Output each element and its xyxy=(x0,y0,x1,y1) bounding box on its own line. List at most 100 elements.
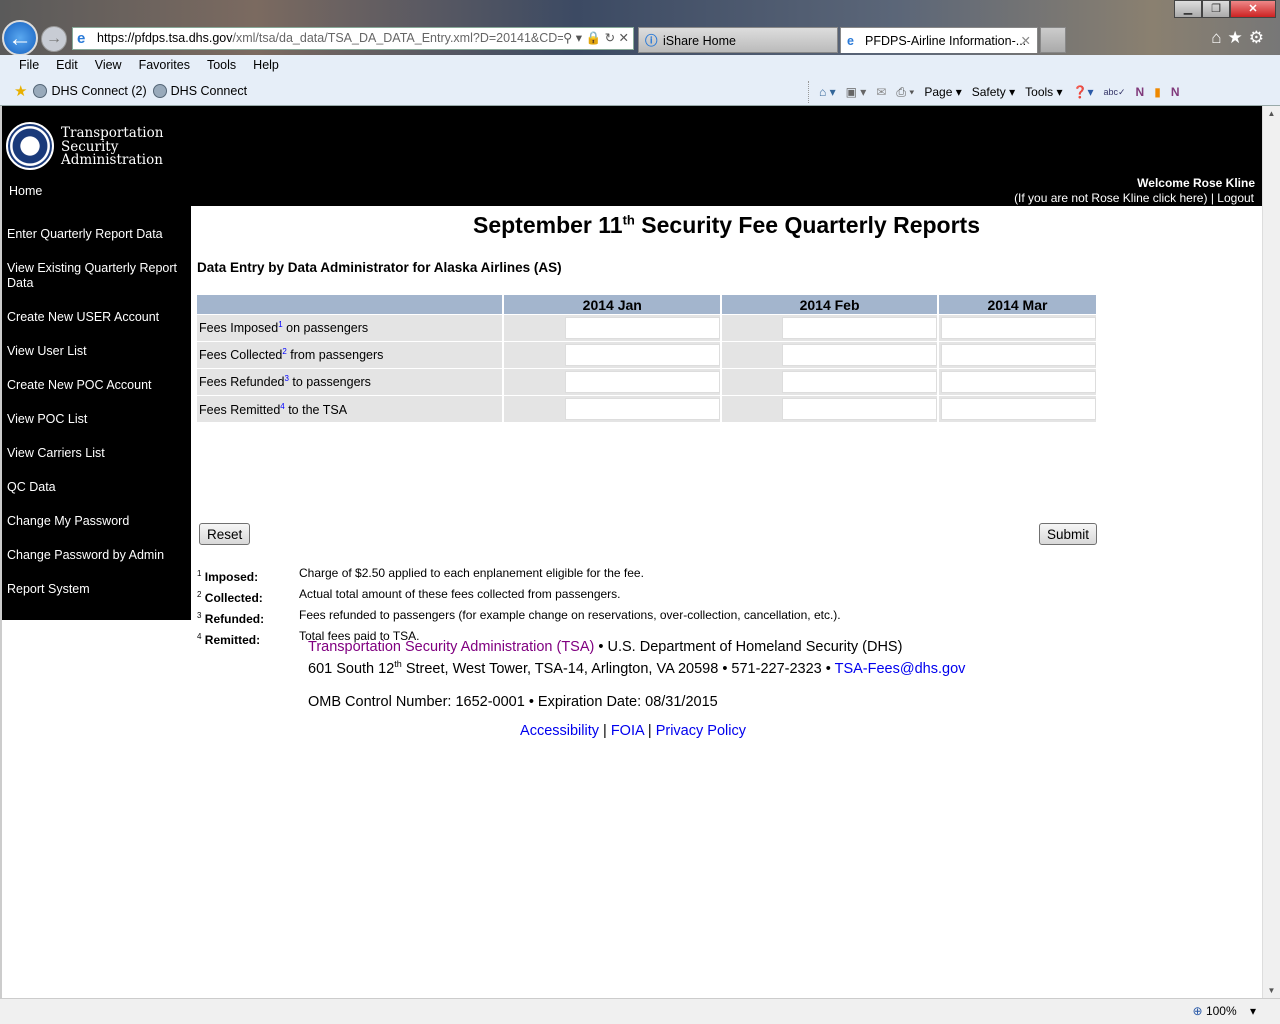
email-link[interactable]: TSA-Fees@dhs.gov xyxy=(835,661,966,677)
menu-edit[interactable]: Edit xyxy=(56,58,78,72)
refunded-mar-input[interactable] xyxy=(941,370,1096,393)
sidebar-item-create-poc[interactable]: Create New POC Account xyxy=(7,378,187,393)
imposed-mar-input[interactable] xyxy=(941,316,1096,339)
table-row: Fees Remitted4 to the TSA xyxy=(197,394,1099,422)
tsa-link[interactable]: Transportation Security Administration (… xyxy=(308,639,594,655)
favorites-star-icon[interactable]: ★ xyxy=(1228,28,1249,47)
sidebar-item-view-poc[interactable]: View POC List xyxy=(7,412,187,427)
browser-titlebar: ▁ ❐ ✕ ← → e https://pfdps.tsa.dhs.gov/xml/t… xyxy=(0,0,1280,56)
page-menu[interactable]: Page ▾ xyxy=(924,85,961,99)
info-icon: ⓘ xyxy=(645,34,658,48)
sidebar-item-report-system[interactable]: Report System xyxy=(7,582,187,597)
collected-feb-input[interactable] xyxy=(781,343,937,366)
refunded-jan-input[interactable] xyxy=(565,370,721,393)
menu-help[interactable]: Help xyxy=(253,58,279,72)
row-label: Fees Imposed1 on passengers xyxy=(197,313,505,341)
accessibility-link[interactable]: Accessibility xyxy=(520,723,599,739)
menu-favorites[interactable]: Favorites xyxy=(139,58,190,72)
menu-view[interactable]: View xyxy=(95,58,122,72)
fee-entry-table: 2014 Jan 2014 Feb 2014 Mar Fees Imposed1 o… xyxy=(197,295,1099,422)
row-label: Fees Refunded3 to passengers xyxy=(197,367,505,395)
dhs-seal-logo xyxy=(6,122,54,170)
addon-icon[interactable]: ▮ xyxy=(1154,85,1161,99)
address-controls[interactable]: ⚲ ▾ 🔒 ↻ ✕ xyxy=(563,28,629,49)
welcome-block: Welcome Rose Kline (If you are not Rose … xyxy=(1014,176,1255,205)
remitted-feb-input[interactable] xyxy=(781,397,937,420)
sidebar-item-create-user[interactable]: Create New USER Account xyxy=(7,310,187,325)
column-header: 2014 Jan xyxy=(503,295,723,314)
collected-jan-input[interactable] xyxy=(565,343,721,366)
sidebar-item-admin-password[interactable]: Change Password by Admin xyxy=(7,548,187,563)
new-tab-button[interactable] xyxy=(1040,27,1066,53)
scroll-up-icon[interactable]: ▲ xyxy=(1265,109,1278,118)
menu-tools[interactable]: Tools xyxy=(207,58,236,72)
sidebar-item-enter-report[interactable]: Enter Quarterly Report Data xyxy=(7,227,187,242)
menu-bar: File Edit View Favorites Tools Help ★ DH… xyxy=(0,55,1280,106)
remitted-jan-input[interactable] xyxy=(565,397,721,420)
column-header: 2014 Mar xyxy=(937,295,1099,314)
tab-ishare-home[interactable]: ⓘ iShare Home xyxy=(638,27,838,53)
sidebar-item-view-carriers[interactable]: View Carriers List xyxy=(7,446,187,461)
row-label: Fees Collected2 from passengers xyxy=(197,340,505,368)
restore-button[interactable]: ❐ xyxy=(1202,0,1230,18)
footer-links: Accessibility | FOIA | Privacy Policy xyxy=(520,723,746,739)
collected-mar-input[interactable] xyxy=(941,343,1096,366)
imposed-feb-input[interactable] xyxy=(781,316,937,339)
zoom-icon: ⊕ xyxy=(1192,1004,1203,1018)
logout-link[interactable]: Logout xyxy=(1217,191,1254,205)
site-header: Transportation Security Administration Hom… xyxy=(2,106,1262,206)
not-user-link[interactable]: (If you are not Rose Kline click here) xyxy=(1014,191,1207,205)
safety-menu[interactable]: Safety ▾ xyxy=(972,85,1015,99)
privacy-link[interactable]: Privacy Policy xyxy=(656,723,746,739)
tools-menu[interactable]: Tools ▾ xyxy=(1025,85,1062,99)
forward-button[interactable]: → xyxy=(41,26,67,52)
back-button[interactable]: ← xyxy=(2,20,38,56)
close-window-button[interactable]: ✕ xyxy=(1230,0,1276,18)
submit-button[interactable]: Submit xyxy=(1039,523,1098,545)
onenote-linked-icon[interactable]: N xyxy=(1171,85,1180,99)
dhs-seal-icon xyxy=(33,84,48,99)
add-favorite-icon[interactable]: ★ xyxy=(14,82,27,100)
sidebar-item-view-users[interactable]: View User List xyxy=(7,344,187,359)
column-header: 2014 Feb xyxy=(721,295,939,314)
page-subtitle: Data Entry by Data Administrator for Ala… xyxy=(197,260,562,275)
feeds-icon[interactable]: ▣ ▾ xyxy=(846,85,867,99)
foia-link[interactable]: FOIA xyxy=(611,723,644,739)
tsa-wordmark: Transportation Security Administration xyxy=(61,125,164,168)
imposed-jan-input[interactable] xyxy=(565,316,721,339)
minimize-button[interactable]: ▁ xyxy=(1174,0,1202,18)
spellcheck-icon[interactable]: abc✓ xyxy=(1103,87,1125,98)
sidebar-item-view-reports[interactable]: View Existing Quarterly Report Data xyxy=(7,261,182,291)
sidebar: Enter Quarterly Report Data View Existin… xyxy=(2,206,191,620)
onenote-icon[interactable]: N xyxy=(1136,85,1145,99)
remitted-mar-input[interactable] xyxy=(941,397,1096,420)
home-icon[interactable]: ⌂ ▾ xyxy=(819,85,836,99)
address-bar[interactable]: e https://pfdps.tsa.dhs.gov/xml/tsa/da_da… xyxy=(72,27,634,50)
menu-file[interactable]: File xyxy=(19,58,39,72)
scroll-down-icon[interactable]: ▼ xyxy=(1265,986,1278,995)
favorite-dhs-connect-2[interactable]: DHS Connect (2) xyxy=(33,84,147,99)
ie-icon: e xyxy=(77,30,86,47)
refunded-feb-input[interactable] xyxy=(781,370,937,393)
status-bar: ⊕ 100% ▾ xyxy=(0,998,1280,1024)
favorite-dhs-connect[interactable]: DHS Connect xyxy=(152,84,247,99)
row-label: Fees Remitted4 to the TSA xyxy=(197,394,505,422)
close-tab-icon[interactable]: ✕ xyxy=(1021,28,1031,54)
print-icon[interactable]: ⎙ ▾ xyxy=(896,85,914,100)
footnotes: 1 Imposed: Charge of $2.50 applied to eac… xyxy=(197,566,841,647)
sidebar-item-change-password[interactable]: Change My Password xyxy=(7,514,187,529)
table-row: Fees Collected2 from passengers xyxy=(197,340,1099,368)
home-icon[interactable]: ⌂ xyxy=(1211,28,1227,47)
gear-icon[interactable]: ⚙ xyxy=(1249,28,1270,47)
zoom-control[interactable]: ⊕ 100% ▾ xyxy=(1193,1004,1256,1018)
vertical-scrollbar[interactable]: ▲ ▼ xyxy=(1262,106,1280,998)
table-row: Fees Imposed1 on passengers xyxy=(197,313,1099,341)
reset-button[interactable]: Reset xyxy=(199,523,251,545)
ie-icon: e xyxy=(847,34,854,48)
tab-pfdps[interactable]: e PFDPS-Airline Information-... ✕ xyxy=(840,27,1038,53)
mail-icon[interactable]: ✉ xyxy=(876,85,886,99)
help-icon[interactable]: ❓▾ xyxy=(1073,85,1094,99)
table-row: Fees Refunded3 to passengers xyxy=(197,367,1099,395)
sidebar-item-qc-data[interactable]: QC Data xyxy=(7,480,187,495)
home-link[interactable]: Home xyxy=(9,184,42,198)
